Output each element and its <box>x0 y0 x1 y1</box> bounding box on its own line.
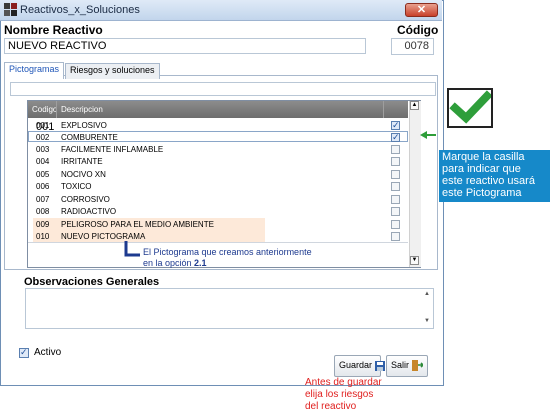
scroll-down-arrow-icon[interactable]: ▼ <box>410 256 419 265</box>
header-divider <box>56 101 57 118</box>
table-row-code: 004 <box>36 157 50 166</box>
table-row-desc[interactable]: NOCIVO XN <box>61 170 106 179</box>
green-arrow-icon <box>420 131 436 139</box>
callout-line: este Pictograma <box>442 187 522 199</box>
filter-input[interactable] <box>10 82 436 96</box>
code-input[interactable]: 0078 <box>391 38 434 55</box>
table-row-code: 010 <box>36 232 50 241</box>
grid-note-line2: en la opción 2.1 <box>143 258 207 268</box>
close-button[interactable]: ✕ <box>405 3 438 17</box>
table-row-desc[interactable]: FACILMENTE INFLAMABLE <box>61 145 163 154</box>
table-row-code: 003 <box>36 145 50 154</box>
table-row-code: 001 <box>36 121 50 130</box>
table-row-code: 009 <box>36 220 50 229</box>
save-disk-icon <box>374 360 385 371</box>
observations-label: Observaciones Generales <box>24 276 160 288</box>
table-row-desc[interactable]: COMBURENTE <box>61 133 118 142</box>
table-row-desc[interactable]: CORROSIVO <box>61 195 110 204</box>
scroll-up-arrow-icon[interactable]: ▲ <box>410 101 419 110</box>
l-pointer-icon <box>124 241 140 257</box>
exit-label: Salir <box>391 360 410 370</box>
row-checkbox[interactable] <box>391 182 400 191</box>
callout-line: este reactivo usará <box>442 175 535 187</box>
col-header-codigo[interactable]: Codigo <box>32 105 57 114</box>
exit-door-icon <box>411 360 424 372</box>
save-note-line: elija los riesgos <box>305 389 374 400</box>
active-label: Activo <box>34 347 62 358</box>
row-checkbox[interactable] <box>391 157 400 166</box>
table-row-desc[interactable]: TOXICO <box>61 182 92 191</box>
active-checkbox[interactable] <box>19 347 29 358</box>
row-checkbox[interactable] <box>391 220 400 229</box>
save-button[interactable]: Guardar <box>334 355 385 377</box>
table-row-desc[interactable]: RADIOACTIVO <box>61 207 116 216</box>
grid-scrollbar[interactable] <box>409 101 421 267</box>
observations-textarea[interactable] <box>25 288 434 329</box>
table-row-code: 007 <box>36 195 50 204</box>
table-row-desc[interactable]: NUEVO PICTOGRAMA <box>61 232 145 241</box>
save-note: Antes de guardar elija los riesgos del r… <box>305 377 382 413</box>
row-checkbox[interactable] <box>391 207 400 216</box>
save-label: Guardar <box>339 360 373 370</box>
grid-note-line1: El Pictograma que creamos anteriormente <box>143 247 312 257</box>
save-note-line: Antes de guardar <box>305 377 382 388</box>
header-divider <box>383 101 384 118</box>
big-green-check-icon <box>449 90 493 124</box>
name-input[interactable]: NUEVO REACTIVO <box>4 38 366 54</box>
big-green-check-card <box>447 88 493 128</box>
row-checkbox[interactable] <box>391 145 400 154</box>
row-checkbox[interactable] <box>391 120 400 131</box>
table-row-desc[interactable]: IRRITANTE <box>61 157 103 166</box>
tab-pictogramas[interactable]: Pictogramas <box>4 62 65 79</box>
row-checkbox[interactable] <box>391 170 400 179</box>
table-row-code: 002 <box>36 133 50 142</box>
close-icon: ✕ <box>416 4 427 16</box>
table-row-code: 005 <box>36 170 50 179</box>
col-header-descripcion[interactable]: Descripcion <box>61 105 103 114</box>
row-checkbox[interactable] <box>391 232 400 241</box>
app-icon <box>4 3 17 16</box>
obs-scroll-down-icon[interactable]: ▼ <box>424 318 430 324</box>
table-row-desc[interactable]: EXPLOSIVO <box>61 121 107 130</box>
table-row-code: 008 <box>36 207 50 216</box>
exit-button[interactable]: Salir <box>386 355 428 377</box>
checkbox-callout: Marque la casilla para indicar que este … <box>439 150 550 202</box>
code-label: Código <box>397 23 439 37</box>
table-row-code: 006 <box>36 182 50 191</box>
grid-note-bold: 2.1 <box>194 258 207 268</box>
window-title: Reactivos_x_Soluciones <box>20 4 140 16</box>
row-divider <box>28 242 408 243</box>
grid-note-prefix: en la opción <box>143 258 195 268</box>
obs-scroll-up-icon[interactable]: ▲ <box>424 291 430 297</box>
row-checkbox[interactable] <box>391 132 400 143</box>
callout-line: Marque la casilla <box>442 151 525 163</box>
callout-line: para indicar que <box>442 163 521 175</box>
table-row-desc[interactable]: PELIGROSO PARA EL MEDIO AMBIENTE <box>61 220 214 229</box>
tab-riesgos[interactable]: Riesgos y soluciones <box>65 63 160 79</box>
row-checkbox[interactable] <box>391 195 400 204</box>
name-label: Nombre Reactivo <box>4 23 103 37</box>
save-note-line: del reactivo <box>305 401 357 412</box>
